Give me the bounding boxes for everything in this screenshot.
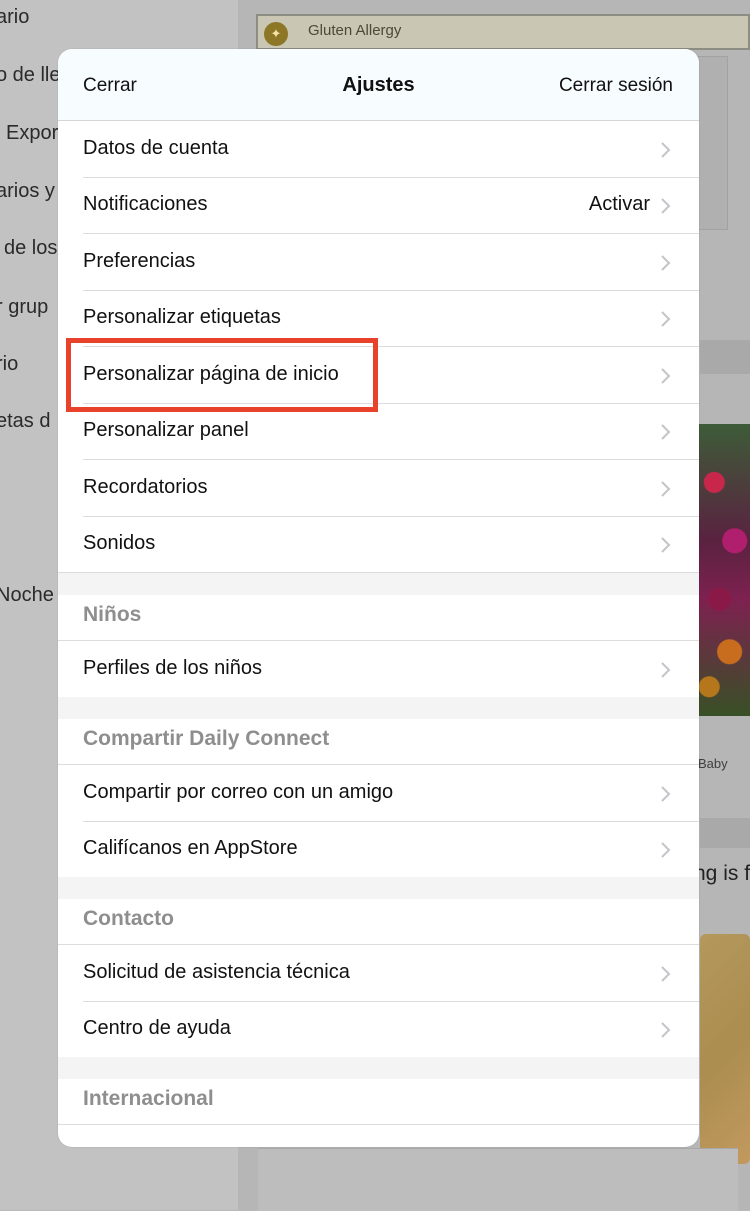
settings-row-reminders[interactable]: Recordatorios xyxy=(58,460,699,517)
section-title: Contacto xyxy=(83,907,174,930)
bg-pencil-illustration xyxy=(700,934,750,1164)
settings-row-custom-home[interactable]: Personalizar página de inicio xyxy=(58,347,699,404)
settings-row-preferences[interactable]: Preferencias xyxy=(58,234,699,291)
row-label: Notificaciones xyxy=(83,193,208,215)
chevron-right-icon xyxy=(661,424,671,440)
chevron-right-icon xyxy=(661,786,671,802)
section-header-contact: Contacto xyxy=(58,899,699,945)
row-label: Sonidos xyxy=(83,532,156,554)
section-gap xyxy=(58,1057,699,1079)
chevron-right-icon xyxy=(661,368,671,384)
allergy-label: Gluten Allergy xyxy=(308,22,402,39)
allergy-icon: ✦ xyxy=(264,22,288,46)
row-label: Personalizar página de inicio xyxy=(83,363,339,385)
settings-row-notifications[interactable]: Notificaciones Activar xyxy=(58,177,699,234)
settings-row-account[interactable]: Datos de cuenta xyxy=(58,121,699,178)
bg-sidebar-item: arios y xyxy=(0,180,55,202)
bg-sidebar-item: ario xyxy=(0,6,30,28)
chevron-right-icon xyxy=(661,311,671,327)
bg-sidebar-item: r grup xyxy=(0,296,49,318)
settings-row-rate-app[interactable]: Califícanos en AppStore xyxy=(58,821,699,878)
settings-modal: Cerrar Ajustes Cerrar sesión Datos de cu… xyxy=(58,49,699,1147)
chevron-right-icon xyxy=(661,966,671,982)
row-divider xyxy=(58,1124,699,1125)
chevron-right-icon xyxy=(661,198,671,214)
bg-text-fragment: ng is f xyxy=(694,862,750,885)
row-label: Centro de ayuda xyxy=(83,1017,231,1039)
row-label: Perfiles de los niños xyxy=(83,657,262,679)
bg-bottom-panel xyxy=(258,1148,738,1211)
bg-sidebar-item: o de lle xyxy=(0,64,61,86)
section-title: Compartir Daily Connect xyxy=(83,727,330,750)
chevron-right-icon xyxy=(661,1022,671,1038)
row-label: Datos de cuenta xyxy=(83,137,229,159)
section-gap xyxy=(58,877,699,899)
row-label: Recordatorios xyxy=(83,476,208,498)
row-label: Compartir por correo con un amigo xyxy=(83,781,394,803)
logout-button[interactable]: Cerrar sesión xyxy=(559,75,673,97)
chevron-right-icon xyxy=(661,255,671,271)
bg-flower-photo xyxy=(699,424,750,716)
settings-row-support-request[interactable]: Solicitud de asistencia técnica xyxy=(58,945,699,1002)
section-gap xyxy=(58,697,699,719)
bg-sidebar-item: etas d xyxy=(0,410,51,432)
modal-navbar: Cerrar Ajustes Cerrar sesión xyxy=(58,49,699,121)
section-gap xyxy=(58,573,699,595)
close-button[interactable]: Cerrar xyxy=(83,75,137,97)
chevron-right-icon xyxy=(661,537,671,553)
bg-baby-label: Baby xyxy=(698,756,728,771)
chevron-right-icon xyxy=(661,481,671,497)
settings-row-custom-labels[interactable]: Personalizar etiquetas xyxy=(58,290,699,347)
bg-strip xyxy=(700,818,750,848)
section-header-international: Internacional xyxy=(58,1079,699,1125)
settings-row-share-email[interactable]: Compartir por correo con un amigo xyxy=(58,765,699,822)
chevron-right-icon xyxy=(661,842,671,858)
section-title: Niños xyxy=(83,603,142,626)
bg-allergy-card: ✦ Gluten Allergy xyxy=(256,14,750,50)
settings-row-sounds[interactable]: Sonidos xyxy=(58,516,699,573)
bg-sidebar-item: de los xyxy=(4,237,58,259)
settings-row-custom-panel[interactable]: Personalizar panel xyxy=(58,403,699,460)
section-header-share: Compartir Daily Connect xyxy=(58,719,699,765)
chevron-right-icon xyxy=(661,662,671,678)
row-label: Preferencias xyxy=(83,250,196,272)
row-value: Activar xyxy=(588,193,650,215)
chevron-right-icon xyxy=(661,142,671,158)
settings-row-kid-profiles[interactable]: Perfiles de los niños xyxy=(58,641,699,698)
bg-sidebar-item: Noche xyxy=(0,584,54,606)
bg-strip xyxy=(700,340,750,374)
row-label: Personalizar etiquetas xyxy=(83,306,281,328)
section-title: Internacional xyxy=(83,1087,214,1110)
section-header-kids: Niños xyxy=(58,595,699,641)
row-label: Califícanos en AppStore xyxy=(83,837,298,859)
bg-sidebar-item: rio xyxy=(0,353,19,375)
row-label: Personalizar panel xyxy=(83,419,249,441)
bg-sidebar-item: Expor xyxy=(6,122,59,144)
settings-row-help-center[interactable]: Centro de ayuda xyxy=(58,1001,699,1058)
row-label: Solicitud de asistencia técnica xyxy=(83,961,350,983)
